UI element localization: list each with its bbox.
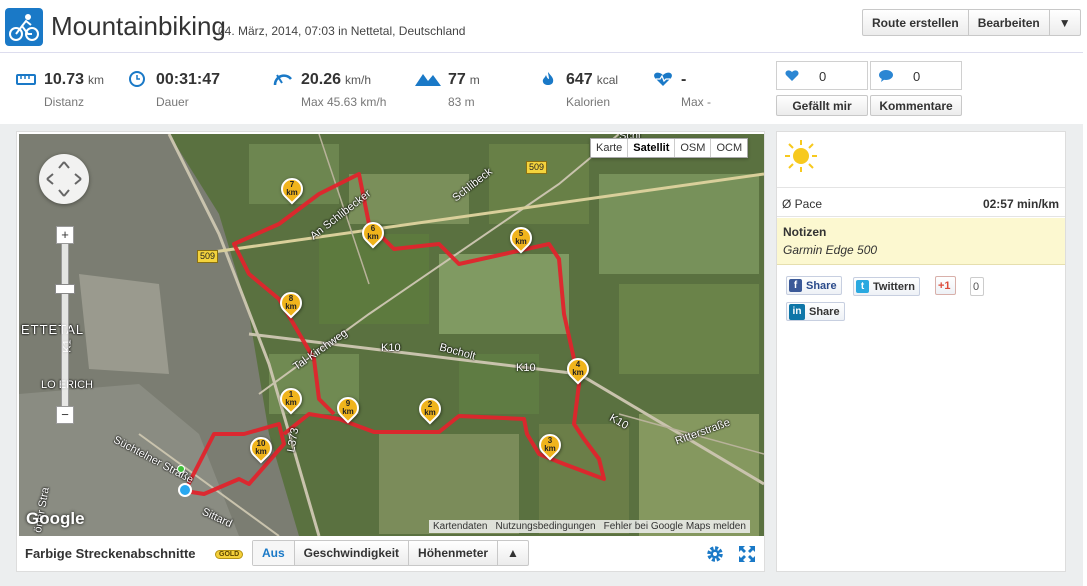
- place-label: ETTETAL: [21, 322, 85, 337]
- km-marker[interactable]: 10 km: [245, 432, 277, 467]
- route-map[interactable]: ETTETAL LO ERICH K1 Schlibeck An Schlibe…: [19, 134, 764, 536]
- facebook-share-button[interactable]: f Share: [786, 276, 842, 295]
- map-type-ocm[interactable]: OCM: [711, 139, 747, 157]
- zoom-out-button[interactable]: −: [56, 406, 74, 424]
- twitter-bird-icon: t: [856, 280, 869, 293]
- map-type-osm[interactable]: OSM: [675, 139, 712, 157]
- start-point-icon: [177, 465, 185, 473]
- road-label: K10: [381, 342, 401, 354]
- km-marker[interactable]: 9 km: [332, 392, 364, 427]
- stat-label: Kalorien: [566, 95, 611, 109]
- stat-value: 10.73 km: [44, 71, 105, 88]
- km-marker[interactable]: 6 km: [357, 217, 389, 252]
- stat-value: 647 kcal: [566, 71, 619, 88]
- settings-gear-icon[interactable]: [705, 544, 725, 564]
- mountainbike-icon: [5, 8, 43, 46]
- ruler-icon: [16, 74, 36, 85]
- activity-date-location: 04. März, 2014, 07:03 in Nettetal, Deuts…: [218, 24, 466, 38]
- facebook-icon: f: [789, 279, 802, 292]
- km-marker[interactable]: 7 km: [276, 173, 308, 208]
- edit-menu-dropdown-button[interactable]: ▼: [1050, 10, 1080, 35]
- mountain-icon: [415, 74, 441, 86]
- linkedin-icon: in: [789, 303, 805, 320]
- segment-expand-button[interactable]: ▲: [498, 541, 528, 565]
- stat-value: 77 m: [448, 71, 480, 88]
- notes-box: Notizen Garmin Edge 500: [777, 218, 1065, 265]
- pace-label: Ø Pace: [782, 197, 823, 211]
- activity-stats: 10.73 km Distanz 00:31:47 Dauer 20.26 km/h…: [0, 52, 770, 124]
- map-toolbar: Farbige Streckenabschnitte GOLD Aus Gesc…: [19, 536, 764, 571]
- linkedin-share-button[interactable]: in Share: [786, 302, 845, 321]
- comments-button[interactable]: Kommentare: [870, 95, 962, 116]
- km-marker[interactable]: 8 km: [275, 287, 307, 322]
- page-header: Mountainbiking 04. März, 2014, 07:03 in …: [0, 0, 1087, 52]
- pace-row: Ø Pace 02:57 min/km: [777, 187, 1065, 217]
- gplus-count: 0: [970, 277, 985, 296]
- stat-value: 00:31:47: [156, 71, 221, 88]
- edit-button[interactable]: Bearbeiten: [969, 10, 1050, 35]
- map-type-karte[interactable]: Karte: [591, 139, 629, 157]
- comments-counter: 0: [870, 61, 962, 90]
- social-panel: 0 0 Gefällt mir Kommentare: [770, 52, 1087, 124]
- stat-label: Dauer: [156, 95, 189, 109]
- stat-label: Distanz: [44, 95, 85, 109]
- satellite-terrain: [19, 134, 764, 536]
- twitter-share-button[interactable]: t Twittern: [853, 277, 920, 296]
- segment-speed-button[interactable]: Geschwindigkeit: [295, 541, 410, 565]
- pan-control[interactable]: [39, 154, 89, 204]
- like-button[interactable]: Gefällt mir: [776, 95, 868, 116]
- colored-segments-title: Farbige Streckenabschnitte: [25, 546, 196, 561]
- segment-elevation-button[interactable]: Höhenmeter: [409, 541, 499, 565]
- road-label: K10: [516, 362, 536, 374]
- stat-label: 83 m: [448, 95, 475, 109]
- create-route-button[interactable]: Route erstellen: [863, 10, 969, 35]
- pace-value: 02:57 min/km: [982, 197, 1059, 211]
- road-shield: 509: [197, 250, 219, 263]
- stat-label: Max -: [681, 95, 711, 109]
- map-data-link[interactable]: Kartendaten: [429, 520, 492, 533]
- fullscreen-icon[interactable]: [737, 544, 757, 564]
- clock-icon: [129, 71, 145, 87]
- sun-icon: [785, 140, 817, 172]
- speed-icon: [273, 74, 292, 86]
- header-button-group: Route erstellen Bearbeiten ▼: [862, 9, 1081, 36]
- map-type-satellit[interactable]: Satellit: [628, 139, 676, 157]
- activity-info-panel: Ø Pace 02:57 min/km Notizen Garmin Edge …: [776, 131, 1066, 572]
- road-shield: 509: [526, 161, 548, 174]
- google-logo: Google: [26, 509, 85, 528]
- gplus-button[interactable]: +1: [935, 276, 956, 295]
- stat-label: Max 45.63 km/h: [301, 95, 387, 109]
- pan-arrows-icon: [46, 161, 82, 197]
- heart-icon: [785, 70, 799, 81]
- km-marker[interactable]: 5 km: [505, 222, 537, 257]
- stat-value: 20.26 km/h: [301, 71, 372, 88]
- map-attribution: Kartendaten Nutzungsbedingungen Fehler b…: [429, 520, 750, 533]
- page-title: Mountainbiking: [51, 11, 226, 41]
- km-marker[interactable]: 1 km: [275, 383, 307, 418]
- page-edge: [1083, 0, 1087, 586]
- map-type-control: Karte Satellit OSM OCM: [590, 138, 749, 158]
- segment-mode-group: Aus Geschwindigkeit Höhenmeter ▲: [252, 540, 529, 566]
- terms-link[interactable]: Nutzungsbedingungen: [492, 520, 600, 533]
- stat-value: -: [681, 71, 687, 88]
- km-marker[interactable]: 2 km: [414, 393, 446, 428]
- heart-rate-icon: [654, 72, 672, 86]
- notes-value: Garmin Edge 500: [783, 243, 878, 257]
- gold-badge: GOLD: [215, 550, 244, 559]
- likes-counter: 0: [776, 61, 868, 90]
- map-panel: ETTETAL LO ERICH K1 Schlibeck An Schlibe…: [16, 131, 765, 572]
- report-error-link[interactable]: Fehler bei Google Maps melden: [600, 520, 750, 533]
- speech-bubble-icon: [879, 70, 893, 82]
- segment-off-button[interactable]: Aus: [253, 541, 295, 565]
- zoom-slider-track[interactable]: [61, 230, 69, 420]
- end-point-icon: [178, 483, 192, 497]
- zoom-slider-handle[interactable]: [55, 284, 75, 294]
- flame-icon: [542, 72, 554, 85]
- km-marker[interactable]: 3 km: [534, 429, 566, 464]
- notes-label: Notizen: [783, 225, 827, 239]
- km-marker[interactable]: 4 km: [562, 353, 594, 388]
- zoom-in-button[interactable]: +: [56, 226, 74, 244]
